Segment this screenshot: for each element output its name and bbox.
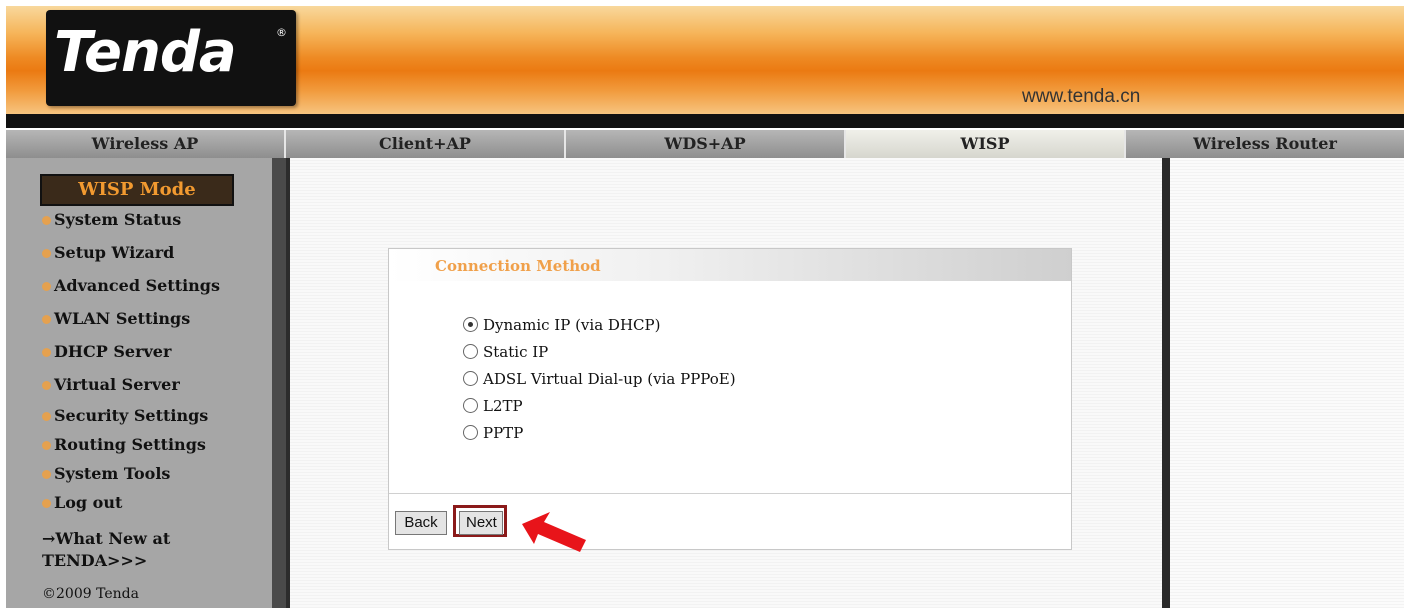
option-pppoe[interactable]: ADSL Virtual Dial-up (via PPPoE) xyxy=(463,365,736,392)
option-static-ip[interactable]: Static IP xyxy=(463,338,736,365)
sidebar-item-label: Security Settings xyxy=(54,406,209,425)
bullet-icon xyxy=(42,216,51,225)
whats-new-link[interactable]: →What New at TENDA>>> xyxy=(42,528,170,572)
option-label: Dynamic IP (via DHCP) xyxy=(483,315,661,334)
whats-new-line2: TENDA>>> xyxy=(42,551,148,570)
sidebar-item-routing-settings[interactable]: Routing Settings xyxy=(42,435,206,454)
sidebar: WISP Mode System Status Setup Wizard Adv… xyxy=(6,158,272,608)
option-l2tp[interactable]: L2TP xyxy=(463,392,736,419)
tenda-logo: Tenda ® xyxy=(46,10,296,106)
radio-icon[interactable] xyxy=(463,398,478,413)
logo-text: Tenda xyxy=(54,20,237,85)
connection-method-panel: Connection Method Dynamic IP (via DHCP) … xyxy=(388,248,1072,550)
header-banner: Tenda ® www.tenda.cn xyxy=(6,6,1404,114)
right-panel xyxy=(1170,158,1404,608)
panel-title: Connection Method xyxy=(435,257,601,275)
bullet-icon xyxy=(42,315,51,324)
header-divider xyxy=(6,114,1404,128)
sidebar-item-label: Virtual Server xyxy=(54,375,180,394)
sidebar-item-label: Setup Wizard xyxy=(54,243,175,262)
tab-wisp[interactable]: WISP xyxy=(846,130,1126,158)
sidebar-item-label: Advanced Settings xyxy=(54,276,220,295)
bullet-icon xyxy=(42,470,51,479)
mode-title: WISP Mode xyxy=(40,174,234,206)
back-button[interactable]: Back xyxy=(395,511,447,535)
sidebar-item-label: System Status xyxy=(54,210,182,229)
radio-checked-icon[interactable] xyxy=(463,317,478,332)
bullet-icon xyxy=(42,412,51,421)
bullet-icon xyxy=(42,249,51,258)
connection-options: Dynamic IP (via DHCP) Static IP ADSL Vir… xyxy=(463,311,736,446)
sidebar-item-advanced-settings[interactable]: Advanced Settings xyxy=(42,276,220,295)
tab-wireless-router[interactable]: Wireless Router xyxy=(1126,130,1404,158)
sidebar-item-virtual-server[interactable]: Virtual Server xyxy=(42,375,180,394)
sidebar-item-wlan-settings[interactable]: WLAN Settings xyxy=(42,309,190,328)
panel-header: Connection Method xyxy=(389,249,1071,281)
radio-icon[interactable] xyxy=(463,344,478,359)
sidebar-item-setup-wizard[interactable]: Setup Wizard xyxy=(42,243,174,262)
sidebar-border xyxy=(272,158,286,608)
copyright: ©2009 Tenda xyxy=(42,586,139,602)
sidebar-item-system-tools[interactable]: System Tools xyxy=(42,464,170,483)
bullet-icon xyxy=(42,348,51,357)
bullet-icon xyxy=(42,499,51,508)
sidebar-item-security-settings[interactable]: Security Settings xyxy=(42,406,208,425)
radio-icon[interactable] xyxy=(463,425,478,440)
sidebar-item-label: DHCP Server xyxy=(54,342,172,361)
logo-registered-mark: ® xyxy=(276,26,287,39)
sidebar-item-label: WLAN Settings xyxy=(54,309,191,328)
pointer-arrow-icon xyxy=(522,512,586,552)
header: Tenda ® www.tenda.cn xyxy=(0,0,1408,128)
sidebar-item-label: Routing Settings xyxy=(54,435,206,454)
option-label: Static IP xyxy=(483,342,549,361)
option-dynamic-ip[interactable]: Dynamic IP (via DHCP) xyxy=(463,311,736,338)
sidebar-item-system-status[interactable]: System Status xyxy=(42,210,181,229)
bullet-icon xyxy=(42,381,51,390)
main-content: Connection Method Dynamic IP (via DHCP) … xyxy=(290,158,1162,608)
mode-tabs: Wireless AP Client+AP WDS+AP WISP Wirele… xyxy=(6,130,1404,158)
option-label: L2TP xyxy=(483,396,523,415)
tab-wds-ap[interactable]: WDS+AP xyxy=(566,130,846,158)
whats-new-line1: →What New at xyxy=(42,529,171,548)
sidebar-item-label: Log out xyxy=(54,493,123,512)
tab-wireless-ap[interactable]: Wireless AP xyxy=(6,130,286,158)
bullet-icon xyxy=(42,441,51,450)
bullet-icon xyxy=(42,282,51,291)
site-url: www.tenda.cn xyxy=(1022,86,1141,107)
sidebar-item-dhcp-server[interactable]: DHCP Server xyxy=(42,342,171,361)
option-label: ADSL Virtual Dial-up (via PPPoE) xyxy=(483,369,736,388)
sidebar-item-label: System Tools xyxy=(54,464,171,483)
content-divider xyxy=(1162,158,1170,608)
option-label: PPTP xyxy=(483,423,524,442)
panel-divider xyxy=(389,493,1071,494)
tab-client-ap[interactable]: Client+AP xyxy=(286,130,566,158)
radio-icon[interactable] xyxy=(463,371,478,386)
option-pptp[interactable]: PPTP xyxy=(463,419,736,446)
sidebar-item-log-out[interactable]: Log out xyxy=(42,493,122,512)
next-button[interactable]: Next xyxy=(459,511,503,535)
